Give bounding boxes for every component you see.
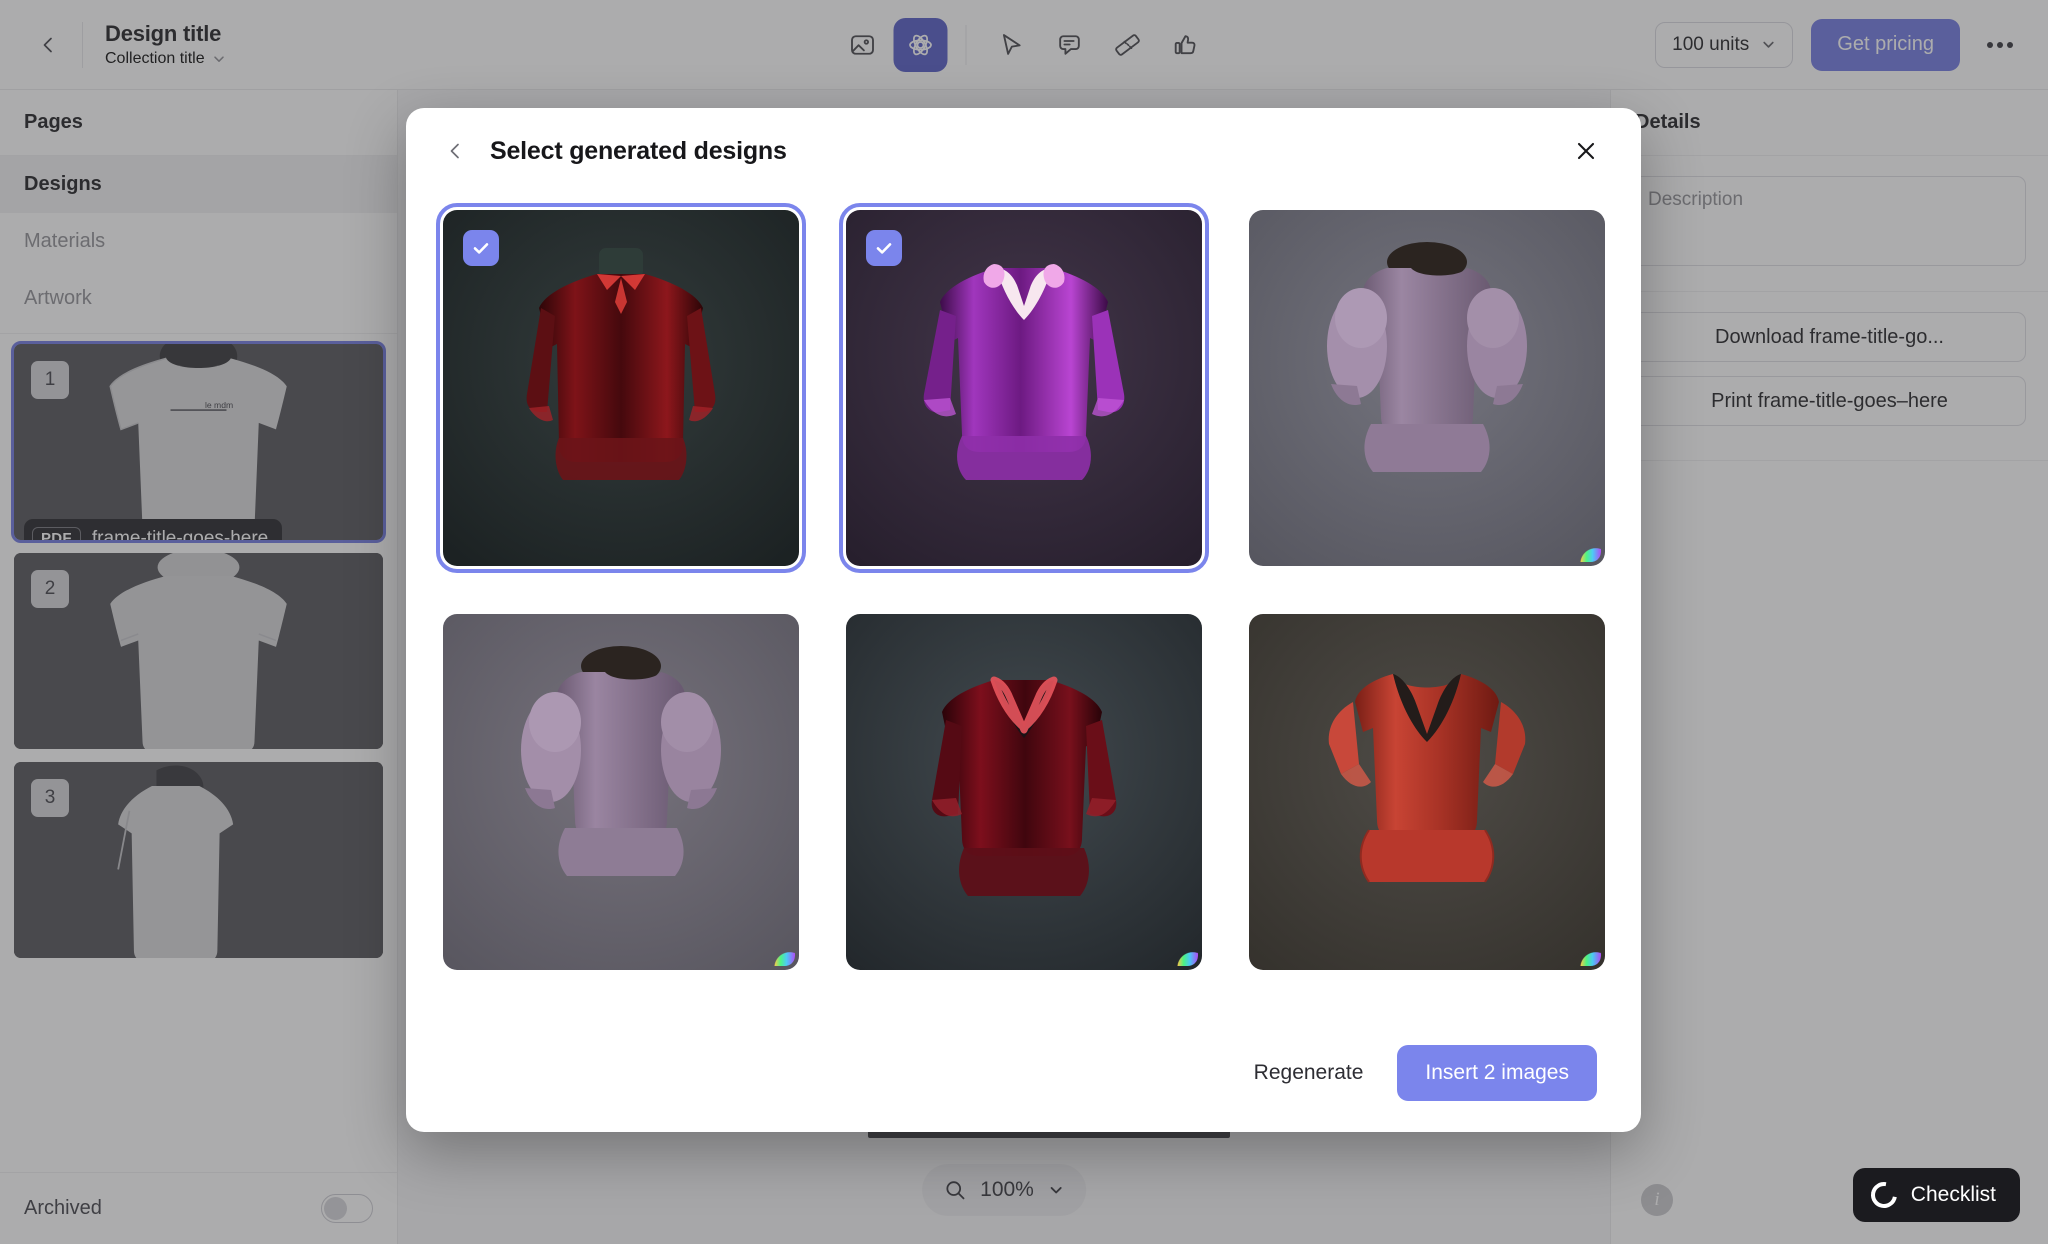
- select-generated-designs-modal: Select generated designs Regenerate Inse…: [406, 108, 1641, 1132]
- generated-design-tile[interactable]: [1248, 210, 1605, 566]
- generated-designs-grid: [406, 194, 1641, 1014]
- generated-design-tile[interactable]: [845, 614, 1202, 970]
- regenerate-button[interactable]: Regenerate: [1234, 1047, 1384, 1099]
- modal-close-button[interactable]: [1565, 130, 1607, 172]
- check-icon: [473, 243, 488, 254]
- checklist-button[interactable]: Checklist: [1852, 1168, 2020, 1222]
- design-image-3: [1248, 210, 1605, 566]
- ai-watermark-icon: [1574, 546, 1601, 562]
- modal-title: Select generated designs: [490, 136, 787, 165]
- generated-design-tile[interactable]: [1248, 614, 1605, 970]
- generated-design-tile[interactable]: [838, 203, 1209, 573]
- modal-footer: Regenerate Insert 2 images: [406, 1014, 1641, 1132]
- tile-checkbox[interactable]: [865, 230, 902, 266]
- generated-design-tile[interactable]: [435, 203, 806, 573]
- ai-watermark-icon: [1171, 950, 1198, 966]
- close-icon: [1577, 142, 1595, 160]
- checklist-label: Checklist: [1910, 1183, 1996, 1206]
- design-image-5: [845, 614, 1202, 970]
- design-image-4: [442, 614, 799, 970]
- ai-watermark-icon: [1574, 950, 1601, 966]
- chevron-left-icon: [450, 143, 459, 159]
- insert-images-button[interactable]: Insert 2 images: [1397, 1045, 1597, 1101]
- tile-checkbox[interactable]: [462, 230, 499, 266]
- design-image-6: [1248, 614, 1605, 970]
- check-icon: [876, 243, 891, 254]
- modal-back-button[interactable]: [434, 130, 476, 172]
- modal-header: Select generated designs: [406, 108, 1641, 194]
- progress-ring-icon: [1865, 1176, 1902, 1214]
- ai-watermark-icon: [768, 950, 795, 966]
- generated-design-tile[interactable]: [442, 614, 799, 970]
